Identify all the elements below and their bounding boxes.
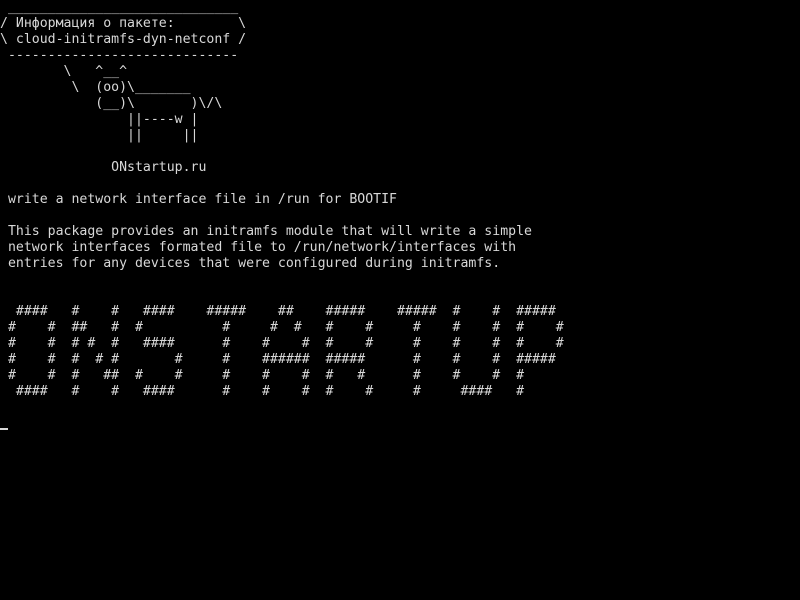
cowsay-bubble-top: _____________________________: [0, 0, 239, 15]
cowsay-bubble-line-2: \ cloud-initramfs-dyn-netconf /: [0, 32, 247, 47]
site-credit: ONstartup.ru: [0, 160, 207, 175]
cow-ascii-line-2: \ (oo)\_______: [0, 80, 191, 95]
package-description-line-2: network interfaces formated file to /run…: [0, 240, 517, 255]
banner-ascii-line-2: # # ## # # # # # # # # # # # #: [0, 320, 564, 335]
banner-ascii-line-1: #### # # #### ##### ## ##### ##### # # #…: [0, 304, 556, 319]
package-summary: write a network interface file in /run f…: [0, 192, 397, 207]
banner-ascii-line-5: # # # ## # # # # # # # # # # #: [0, 368, 525, 383]
text-cursor: [0, 428, 8, 430]
terminal-screen[interactable]: _____________________________ / Информац…: [0, 0, 800, 600]
cow-ascii-line-1: \ ^__^: [0, 64, 128, 79]
banner-ascii-line-3: # # # # # #### # # # # # # # # # #: [0, 336, 564, 351]
banner-ascii-line-6: #### # # #### # # # # # # #### #: [0, 384, 525, 399]
cow-ascii-line-5: || ||: [0, 128, 199, 143]
package-description-line-3: entries for any devices that were config…: [0, 256, 501, 271]
cow-ascii-line-4: ||----w |: [0, 112, 199, 127]
package-description-line-1: This package provides an initramfs modul…: [0, 224, 532, 239]
cowsay-bubble-line-1: / Информация о пакете: \: [0, 16, 247, 31]
banner-ascii-line-4: # # # # # # # ###### ##### # # # #####: [0, 352, 556, 367]
cowsay-bubble-bottom: -----------------------------: [0, 48, 239, 63]
cow-ascii-line-3: (__)\ )\/\: [0, 96, 223, 111]
